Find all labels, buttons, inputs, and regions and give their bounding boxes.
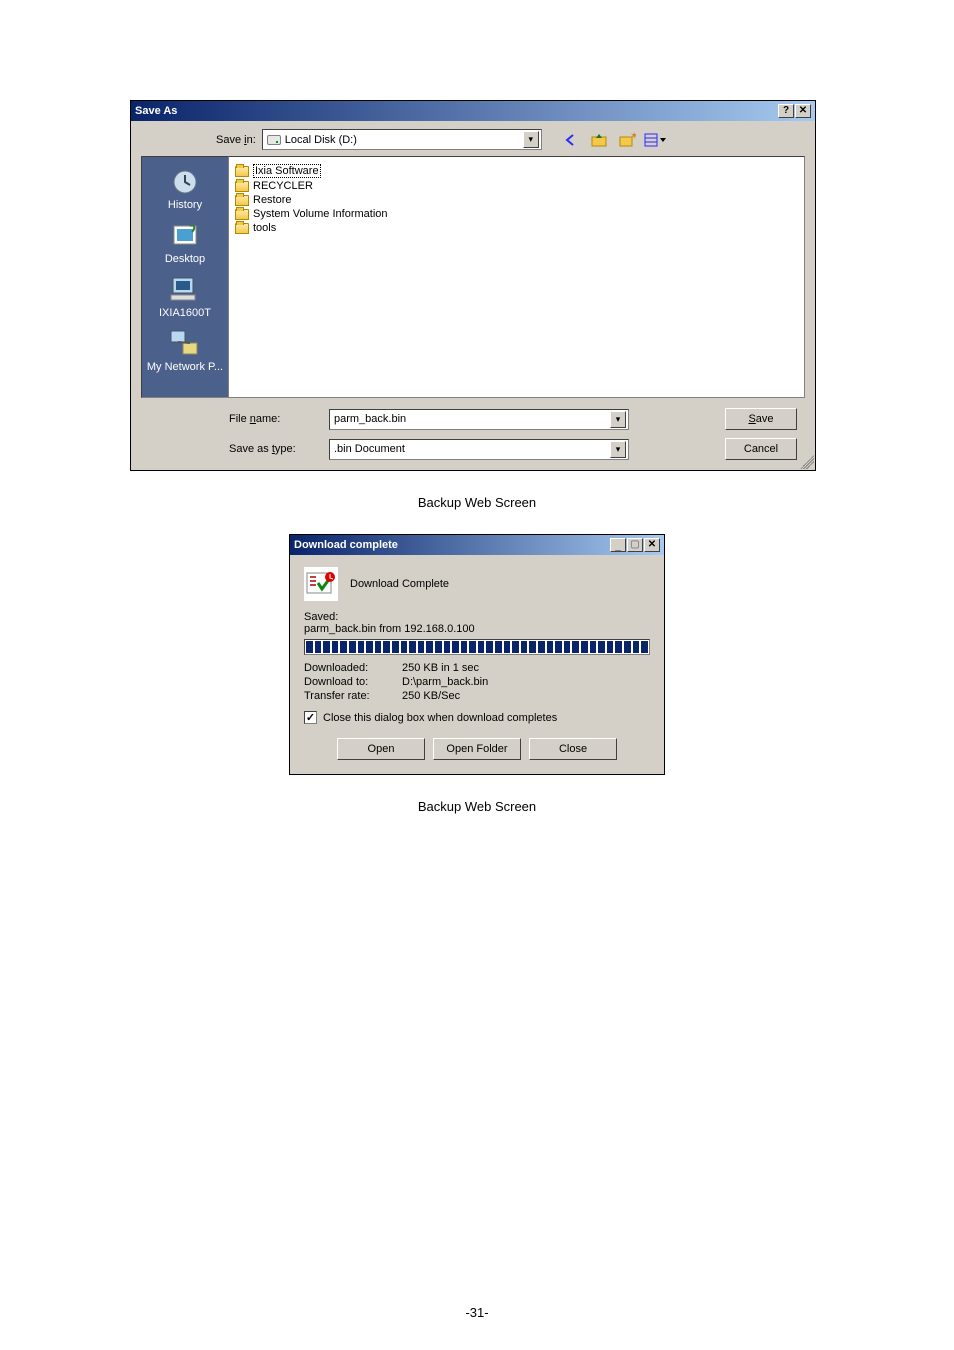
saved-value: parm_back.bin from 192.168.0.100 — [304, 623, 650, 635]
folder-icon — [235, 223, 249, 234]
save-as-type-combo[interactable]: .bin Document ▾ — [329, 439, 629, 460]
transfer-rate-row: Transfer rate: 250 KB/Sec — [304, 689, 650, 703]
save-in-value: Local Disk (D:) — [285, 134, 357, 146]
download-complete-dialog: Download complete _ ▢ ✕ Download — [289, 534, 665, 775]
progress-bar — [304, 639, 650, 655]
open-button[interactable]: Open — [337, 738, 425, 760]
folder-item[interactable]: tools — [235, 221, 798, 235]
places-bar: History Desktop IXIA1600T My Network P..… — [141, 156, 229, 398]
help-button[interactable]: ? — [778, 104, 794, 118]
views-icon[interactable] — [644, 130, 666, 150]
close-dialog-button[interactable]: Close — [529, 738, 617, 760]
place-history[interactable]: History — [145, 165, 225, 213]
folder-item[interactable]: Ixia Software — [235, 163, 798, 179]
minimize-button[interactable]: _ — [610, 538, 626, 552]
chevron-down-icon[interactable]: ▾ — [610, 411, 626, 428]
save-in-label: Save in: — [216, 134, 256, 146]
save-in-combo[interactable]: Local Disk (D:) ▾ — [262, 129, 542, 150]
up-one-level-icon[interactable] — [588, 130, 610, 150]
folder-item[interactable]: Restore — [235, 193, 798, 207]
dialog-title: Save As — [135, 105, 778, 117]
file-list[interactable]: Ixia Software RECYCLER Restore System Vo… — [229, 156, 805, 398]
place-network[interactable]: My Network P... — [145, 327, 225, 375]
save-as-type-label: Save as type: — [229, 443, 329, 455]
titlebar: Save As ? ✕ — [131, 101, 815, 121]
cancel-button[interactable]: Cancel — [725, 438, 797, 460]
save-as-dialog: Save As ? ✕ Save in: Local Disk (D:) ▾ ✶ — [130, 100, 816, 471]
close-checkbox[interactable]: ✓ — [304, 711, 317, 724]
caption-2: Backup Web Screen — [130, 799, 824, 814]
titlebar: Download complete _ ▢ ✕ — [290, 535, 664, 555]
save-button[interactable]: Save — [725, 408, 797, 430]
disk-icon — [267, 135, 281, 145]
close-checkbox-label: Close this dialog box when download comp… — [323, 712, 557, 724]
place-desktop[interactable]: Desktop — [145, 219, 225, 267]
chevron-down-icon[interactable]: ▾ — [523, 131, 539, 148]
new-folder-icon[interactable]: ✶ — [616, 130, 638, 150]
downloaded-row: Downloaded: 250 KB in 1 sec — [304, 661, 650, 675]
download-to-row: Download to: D:\parm_back.bin — [304, 675, 650, 689]
saved-label: Saved: — [304, 611, 650, 623]
download-complete-icon — [304, 567, 338, 601]
close-button[interactable]: ✕ — [644, 538, 660, 552]
folder-icon — [235, 166, 249, 177]
download-heading: Download Complete — [350, 578, 449, 590]
back-icon[interactable] — [560, 130, 582, 150]
svg-text:✶: ✶ — [630, 132, 636, 142]
folder-item[interactable]: System Volume Information — [235, 207, 798, 221]
folder-icon — [235, 181, 249, 192]
file-name-label: File name: — [229, 413, 329, 425]
folder-item[interactable]: RECYCLER — [235, 179, 798, 193]
chevron-down-icon[interactable]: ▾ — [610, 441, 626, 458]
caption-1: Backup Web Screen — [130, 495, 824, 510]
close-button[interactable]: ✕ — [795, 104, 811, 118]
open-folder-button[interactable]: Open Folder — [433, 738, 521, 760]
resize-grip[interactable] — [800, 455, 814, 469]
dialog-title: Download complete — [294, 539, 610, 551]
place-computer[interactable]: IXIA1600T — [145, 273, 225, 321]
page-number: -31- — [0, 1305, 954, 1320]
maximize-button: ▢ — [627, 538, 643, 552]
folder-icon — [235, 195, 249, 206]
folder-icon — [235, 209, 249, 220]
file-name-input[interactable]: parm_back.bin ▾ — [329, 409, 629, 430]
